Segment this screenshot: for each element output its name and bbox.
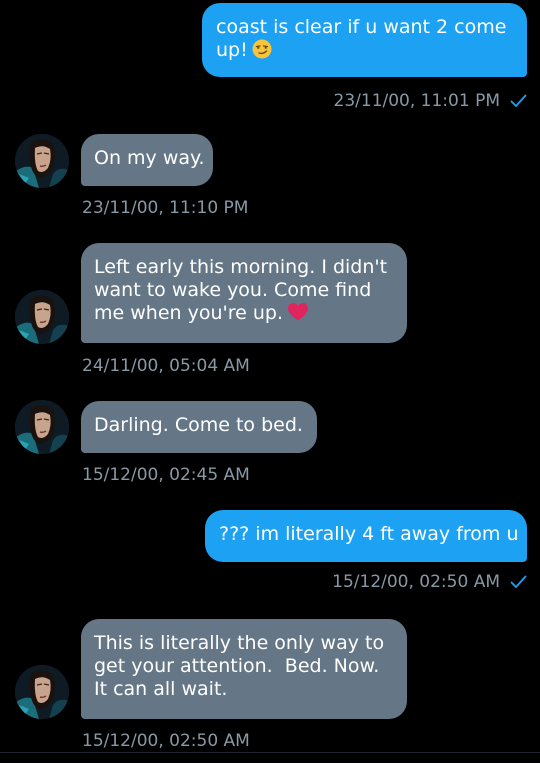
smirking-face-emoji bbox=[252, 39, 272, 65]
message-text-line: This is literally the only way to bbox=[94, 632, 385, 654]
message-text-line: On my way. bbox=[94, 147, 205, 169]
avatar[interactable] bbox=[15, 665, 69, 719]
read-check-icon bbox=[510, 574, 527, 594]
avatar-image bbox=[15, 400, 69, 454]
message-text-line: ??? im literally 4 ft away from u bbox=[219, 523, 519, 545]
message-bubble-incoming[interactable]: Darling. Come to bed. bbox=[81, 401, 317, 453]
timestamp-text: 15/12/00, 02:50 AM bbox=[332, 572, 500, 592]
message-text-line: Left early this morning. I didn't bbox=[94, 256, 388, 278]
avatar-image bbox=[15, 134, 69, 188]
red-heart-emoji bbox=[287, 302, 309, 328]
divider bbox=[0, 752, 540, 753]
message-timestamp: 15/12/00, 02:45 AM bbox=[82, 465, 250, 485]
message-timestamp: 23/11/00, 11:10 PM bbox=[82, 198, 249, 218]
message-bubble-outgoing[interactable]: coast is clear if u want 2 come up! bbox=[202, 3, 527, 77]
message-bubble-incoming[interactable]: This is literally the only way to get yo… bbox=[81, 619, 407, 719]
message-timestamp: 24/11/00, 05:04 AM bbox=[82, 356, 250, 376]
message-text-line: coast is clear if u want 2 come bbox=[216, 16, 507, 38]
message-text-line: me when you're up. bbox=[94, 302, 283, 324]
message-text-line: Darling. Come to bed. bbox=[94, 414, 303, 436]
read-check-icon bbox=[510, 93, 527, 113]
message-bubble-outgoing[interactable]: ??? im literally 4 ft away from u bbox=[205, 510, 527, 562]
message-timestamp: 15/12/00, 02:50 AM bbox=[332, 572, 527, 594]
timestamp-text: 23/11/00, 11:01 PM bbox=[333, 91, 500, 111]
avatar[interactable] bbox=[15, 400, 69, 454]
message-timestamp: 23/11/00, 11:01 PM bbox=[334, 91, 527, 113]
message-text-line: It can all wait. bbox=[94, 678, 228, 700]
message-bubble-incoming[interactable]: On my way. bbox=[81, 134, 213, 186]
message-timestamp: 15/12/00, 02:50 AM bbox=[82, 731, 250, 751]
avatar[interactable] bbox=[15, 290, 69, 344]
avatar-image bbox=[15, 290, 69, 344]
avatar[interactable] bbox=[15, 134, 69, 188]
message-bubble-incoming[interactable]: Left early this morning. I didn't want t… bbox=[81, 243, 407, 343]
message-text-line: up! bbox=[216, 39, 248, 61]
message-text-line: get your attention. Bed. Now. bbox=[94, 655, 380, 677]
avatar-image bbox=[15, 665, 69, 719]
message-text-line: want to wake you. Come find bbox=[94, 279, 372, 301]
